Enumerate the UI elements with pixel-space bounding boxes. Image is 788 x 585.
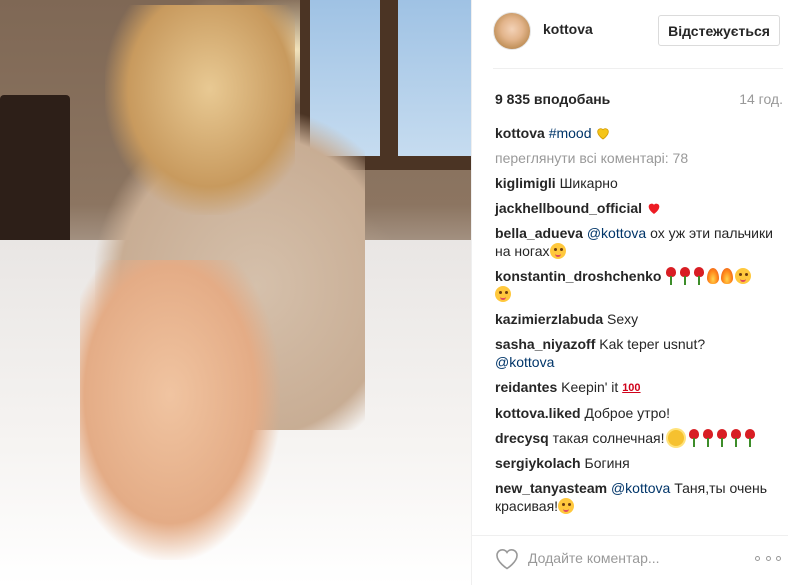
wink-kiss-icon [495, 286, 511, 302]
rose-icon [665, 267, 677, 285]
avatar[interactable] [493, 12, 531, 50]
header-divider [493, 68, 783, 69]
comment-author[interactable]: drecysq [495, 430, 549, 446]
comment-item: jackhellbound_official [495, 199, 780, 217]
comments-list: kottova #mood переглянути всі коментарі:… [495, 124, 780, 522]
comment-text: Kak teper usnut? [599, 336, 706, 352]
post-side-panel: kottova Відстежується 9 835 вподобань 14… [471, 0, 788, 585]
rose-icon [688, 429, 700, 447]
caption-author[interactable]: kottova [495, 125, 545, 141]
sun-face-icon [668, 430, 685, 446]
likes-count[interactable]: 9 835 вподобань [495, 91, 610, 107]
red-heart-icon [648, 203, 660, 214]
comment-text: Sexy [607, 311, 639, 327]
comment-author[interactable]: sasha_niyazoff [495, 336, 595, 352]
following-button[interactable]: Відстежується [658, 15, 780, 46]
yellow-heart-icon [597, 128, 610, 140]
photo-hair [105, 5, 295, 215]
window-mullion [380, 0, 398, 156]
view-all-comments-link[interactable]: переглянути всі коментарі: 78 [495, 149, 780, 167]
comment-text: такая солнечная! [552, 430, 665, 446]
comment-text: Шикарно [559, 175, 618, 191]
comment-text: Доброе утро! [584, 405, 671, 421]
post-photo[interactable] [0, 0, 471, 585]
comment-author[interactable]: jackhellbound_official [495, 200, 642, 216]
comment-author[interactable]: konstantin_droshchenko [495, 268, 661, 284]
comment-mention[interactable]: @kottova [611, 480, 670, 496]
rose-icon [716, 429, 728, 447]
comment-item: kottova.liked Доброе утро! [495, 404, 780, 422]
comment-author[interactable]: kottova.liked [495, 405, 581, 421]
post-time[interactable]: 14 год. [739, 91, 783, 107]
comment-author[interactable]: sergiykolach [495, 455, 581, 471]
comment-author[interactable]: kiglimigli [495, 175, 556, 191]
comment-item: sergiykolach Богиня [495, 454, 780, 472]
comment-item: konstantin_droshchenko [495, 267, 780, 303]
add-comment-input[interactable] [528, 544, 743, 572]
rose-icon [744, 429, 756, 447]
comment-item: drecysq такая солнечная! [495, 429, 780, 447]
fire-icon [707, 268, 720, 284]
wink-kiss-icon [735, 268, 752, 284]
rose-icon [730, 429, 742, 447]
more-options-icon[interactable] [755, 550, 781, 566]
comment-author[interactable]: reidantes [495, 379, 557, 395]
fire-icon [721, 268, 734, 284]
comment-author[interactable]: new_tanyasteam [495, 480, 607, 496]
wink-kiss-icon [549, 243, 566, 259]
more-dot [776, 555, 781, 561]
comment-item: kazimierzlabuda Sexy [495, 310, 780, 328]
add-comment-bar [472, 535, 788, 585]
post-header: kottova Відстежується [472, 0, 788, 70]
comment-item: reidantes Keepin' it 100 [495, 378, 780, 397]
rose-icon [693, 267, 705, 285]
post-username[interactable]: kottova [543, 21, 593, 37]
comment-author[interactable]: kazimierzlabuda [495, 311, 603, 327]
more-dot [765, 555, 771, 561]
wink-kiss-icon [558, 498, 575, 514]
comment-author[interactable]: bella_adueva [495, 225, 583, 241]
rose-icon [702, 429, 714, 447]
comment-text: Keepin' it [561, 379, 619, 395]
comment-item: kiglimigli Шикарно [495, 174, 780, 192]
comment-mention[interactable]: @kottova [495, 354, 554, 370]
rose-icon [679, 267, 691, 285]
photo-leg [80, 260, 280, 560]
comment-item: sasha_niyazoff Kak teper usnut? @kottova [495, 335, 780, 371]
hundred-points-icon: 100 [622, 382, 641, 394]
caption-hashtag[interactable]: #mood [549, 125, 592, 141]
post-meta: 9 835 вподобань 14 год. [495, 89, 783, 109]
comment-item: new_tanyasteam @kottova Таня,ты очень кр… [495, 479, 780, 515]
comment-mention[interactable]: @kottova [587, 225, 646, 241]
comment-text: Богиня [584, 455, 630, 471]
heart-outline-icon[interactable] [494, 547, 520, 571]
caption: kottova #mood [495, 124, 780, 142]
more-dot [755, 555, 760, 561]
comment-item: bella_adueva @kottova ох уж эти пальчики… [495, 224, 780, 260]
